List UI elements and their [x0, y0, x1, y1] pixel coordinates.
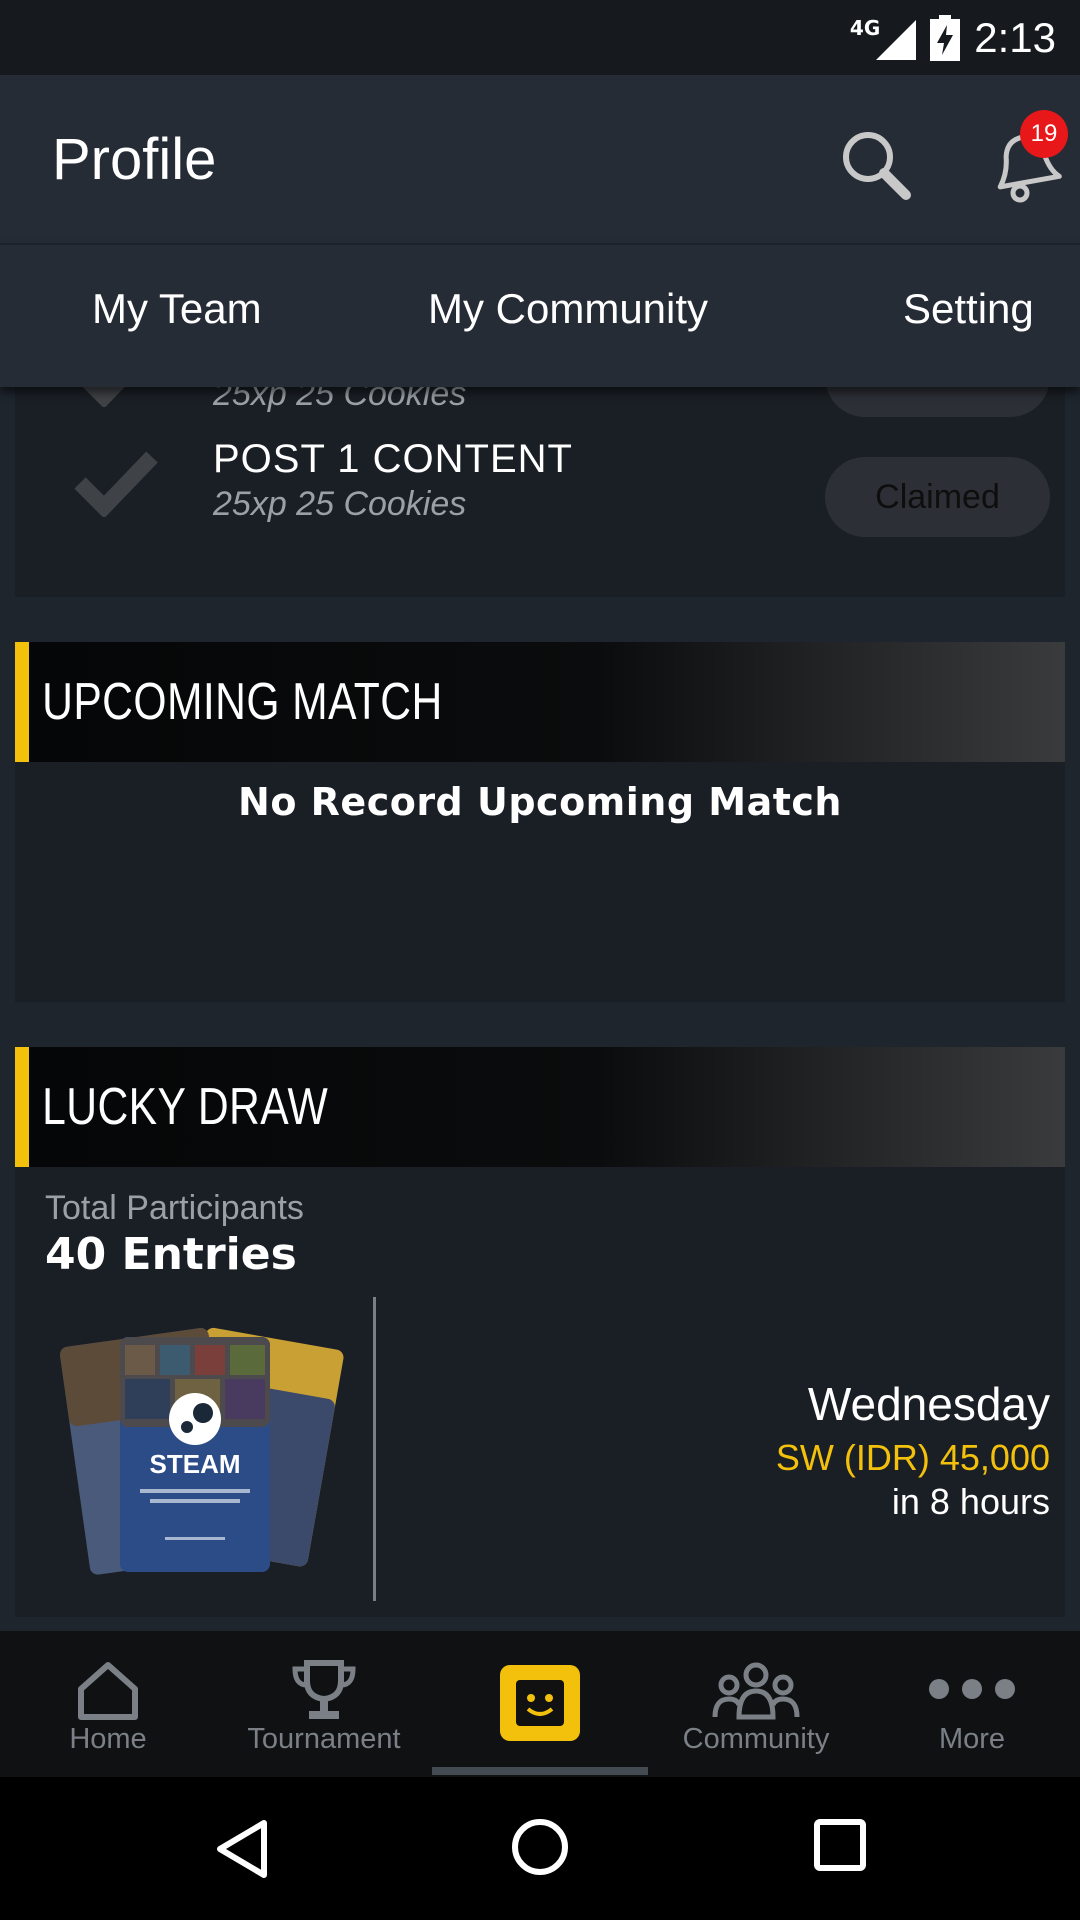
recent-apps-icon[interactable]: [814, 1819, 866, 1871]
nav-tournament[interactable]: Tournament: [216, 1631, 432, 1777]
task-row: POST 1 CONTENT 25xp 25 Cookies Claimed: [15, 407, 1065, 557]
upcoming-match-section: UPCOMING MATCH No Record Upcoming Match: [15, 642, 1065, 1002]
trophy-icon: [292, 1660, 356, 1719]
section-header: LUCKY DRAW: [15, 1047, 1065, 1167]
signal-icon: [876, 19, 917, 60]
home-icon: [78, 1662, 138, 1720]
system-navigation-bar: [0, 1777, 1080, 1920]
nav-home[interactable]: Home: [0, 1631, 216, 1777]
home-button-icon[interactable]: [510, 1817, 570, 1877]
status-bar: 4G 2:13: [0, 0, 1080, 75]
search-icon[interactable]: [836, 125, 916, 205]
nav-center-profile[interactable]: [432, 1631, 648, 1777]
nav-label: Community: [682, 1723, 830, 1755]
bottom-navigation: Home Tournament Community More: [0, 1631, 1080, 1777]
draw-info: Wednesday SW (IDR) 45,000 in 8 hours: [776, 1377, 1050, 1523]
draw-day: Wednesday: [807, 1378, 1050, 1430]
nav-community[interactable]: Community: [648, 1631, 864, 1777]
tab-setting[interactable]: Setting: [903, 285, 1034, 333]
check-icon: [82, 387, 125, 407]
nav-label: Tournament: [247, 1723, 401, 1755]
nav-label: More: [938, 1723, 1006, 1755]
nav-more[interactable]: More: [864, 1631, 1080, 1777]
empty-state-text: No Record Upcoming Match: [238, 780, 842, 824]
profile-content[interactable]: 25xp 25 Cookies POST 1 CONTENT 25xp 25 C…: [0, 387, 1080, 1631]
notification-badge: 19: [1020, 110, 1068, 158]
tab-my-team[interactable]: My Team: [92, 285, 262, 333]
active-tab-indicator: [432, 1767, 648, 1775]
section-title: UPCOMING MATCH: [42, 673, 443, 731]
participants-count: 40 Entries: [45, 1229, 297, 1280]
vertical-divider: [373, 1297, 376, 1601]
daily-tasks-card: 25xp 25 Cookies POST 1 CONTENT 25xp 25 C…: [15, 387, 1065, 597]
network-indicator: 4G: [850, 16, 917, 60]
participants-label: Total Participants: [45, 1189, 304, 1227]
claimed-button[interactable]: Claimed: [825, 457, 1050, 537]
profile-tabs: My Team My Community Setting: [0, 243, 1080, 387]
draw-time-left: in 8 hours: [891, 1481, 1050, 1522]
battery-icon: [930, 14, 961, 61]
clock: 2:13: [974, 13, 1056, 61]
more-dots-icon: [929, 1679, 1015, 1699]
section-title: LUCKY DRAW: [42, 1078, 329, 1136]
page-title: Profile: [52, 126, 217, 192]
card-brand-text: STEAM: [150, 1449, 241, 1479]
steam-gift-card-image: STEAM: [60, 1327, 344, 1575]
task-name: POST 1 CONTENT: [213, 437, 573, 481]
nav-label: Home: [69, 1723, 147, 1755]
back-icon[interactable]: [212, 1817, 272, 1881]
lucky-draw-section[interactable]: LUCKY DRAW Total Participants 40 Entries: [15, 1047, 1065, 1617]
check-icon: [74, 451, 158, 517]
smiley-icon: [500, 1665, 580, 1741]
draw-prize: SW (IDR) 45,000: [775, 1437, 1050, 1478]
people-icon: [712, 1662, 800, 1720]
section-header: UPCOMING MATCH: [15, 642, 1065, 762]
task-reward: 25xp 25 Cookies: [213, 485, 467, 523]
app-bar: Profile: [0, 75, 1080, 243]
tab-my-community[interactable]: My Community: [428, 285, 708, 333]
